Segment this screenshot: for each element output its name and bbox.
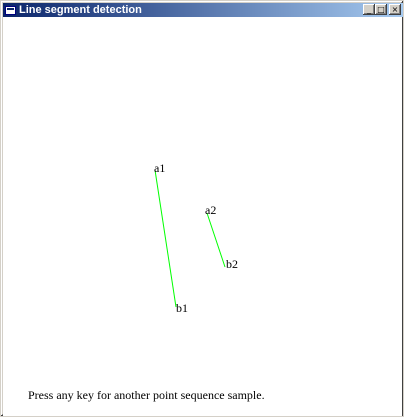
instruction-text: Press any key for another point sequence…	[28, 388, 265, 402]
point-label-a1: a1	[154, 161, 165, 175]
close-button[interactable]: ×	[389, 4, 401, 15]
point-label-a2: a2	[205, 203, 216, 217]
window-app-icon[interactable]	[5, 5, 16, 15]
segment-canvas: a1 b1 a2 b2	[154, 161, 238, 315]
window-title: Line segment detection	[19, 4, 142, 16]
minimize-button[interactable]: _	[363, 4, 375, 15]
segment-a1-b1	[154, 169, 177, 308]
caption-buttons: _ □ ×	[363, 4, 401, 15]
maximize-icon: □	[377, 4, 385, 14]
point-label-b2: b2	[226, 257, 238, 271]
title-bar[interactable]: Line segment detection _ □ ×	[3, 3, 403, 17]
close-icon: ×	[391, 4, 399, 14]
drawing-area[interactable]: a1 b1 a2 b2 Press any key for another po…	[3, 17, 402, 416]
maximize-button[interactable]: □	[375, 4, 387, 15]
minimize-icon: _	[367, 4, 371, 14]
point-label-b1: b1	[176, 301, 188, 315]
app-window: Line segment detection _ □ × a1 b1 a2 b2…	[0, 0, 404, 417]
segment-a2-b2	[206, 212, 226, 268]
